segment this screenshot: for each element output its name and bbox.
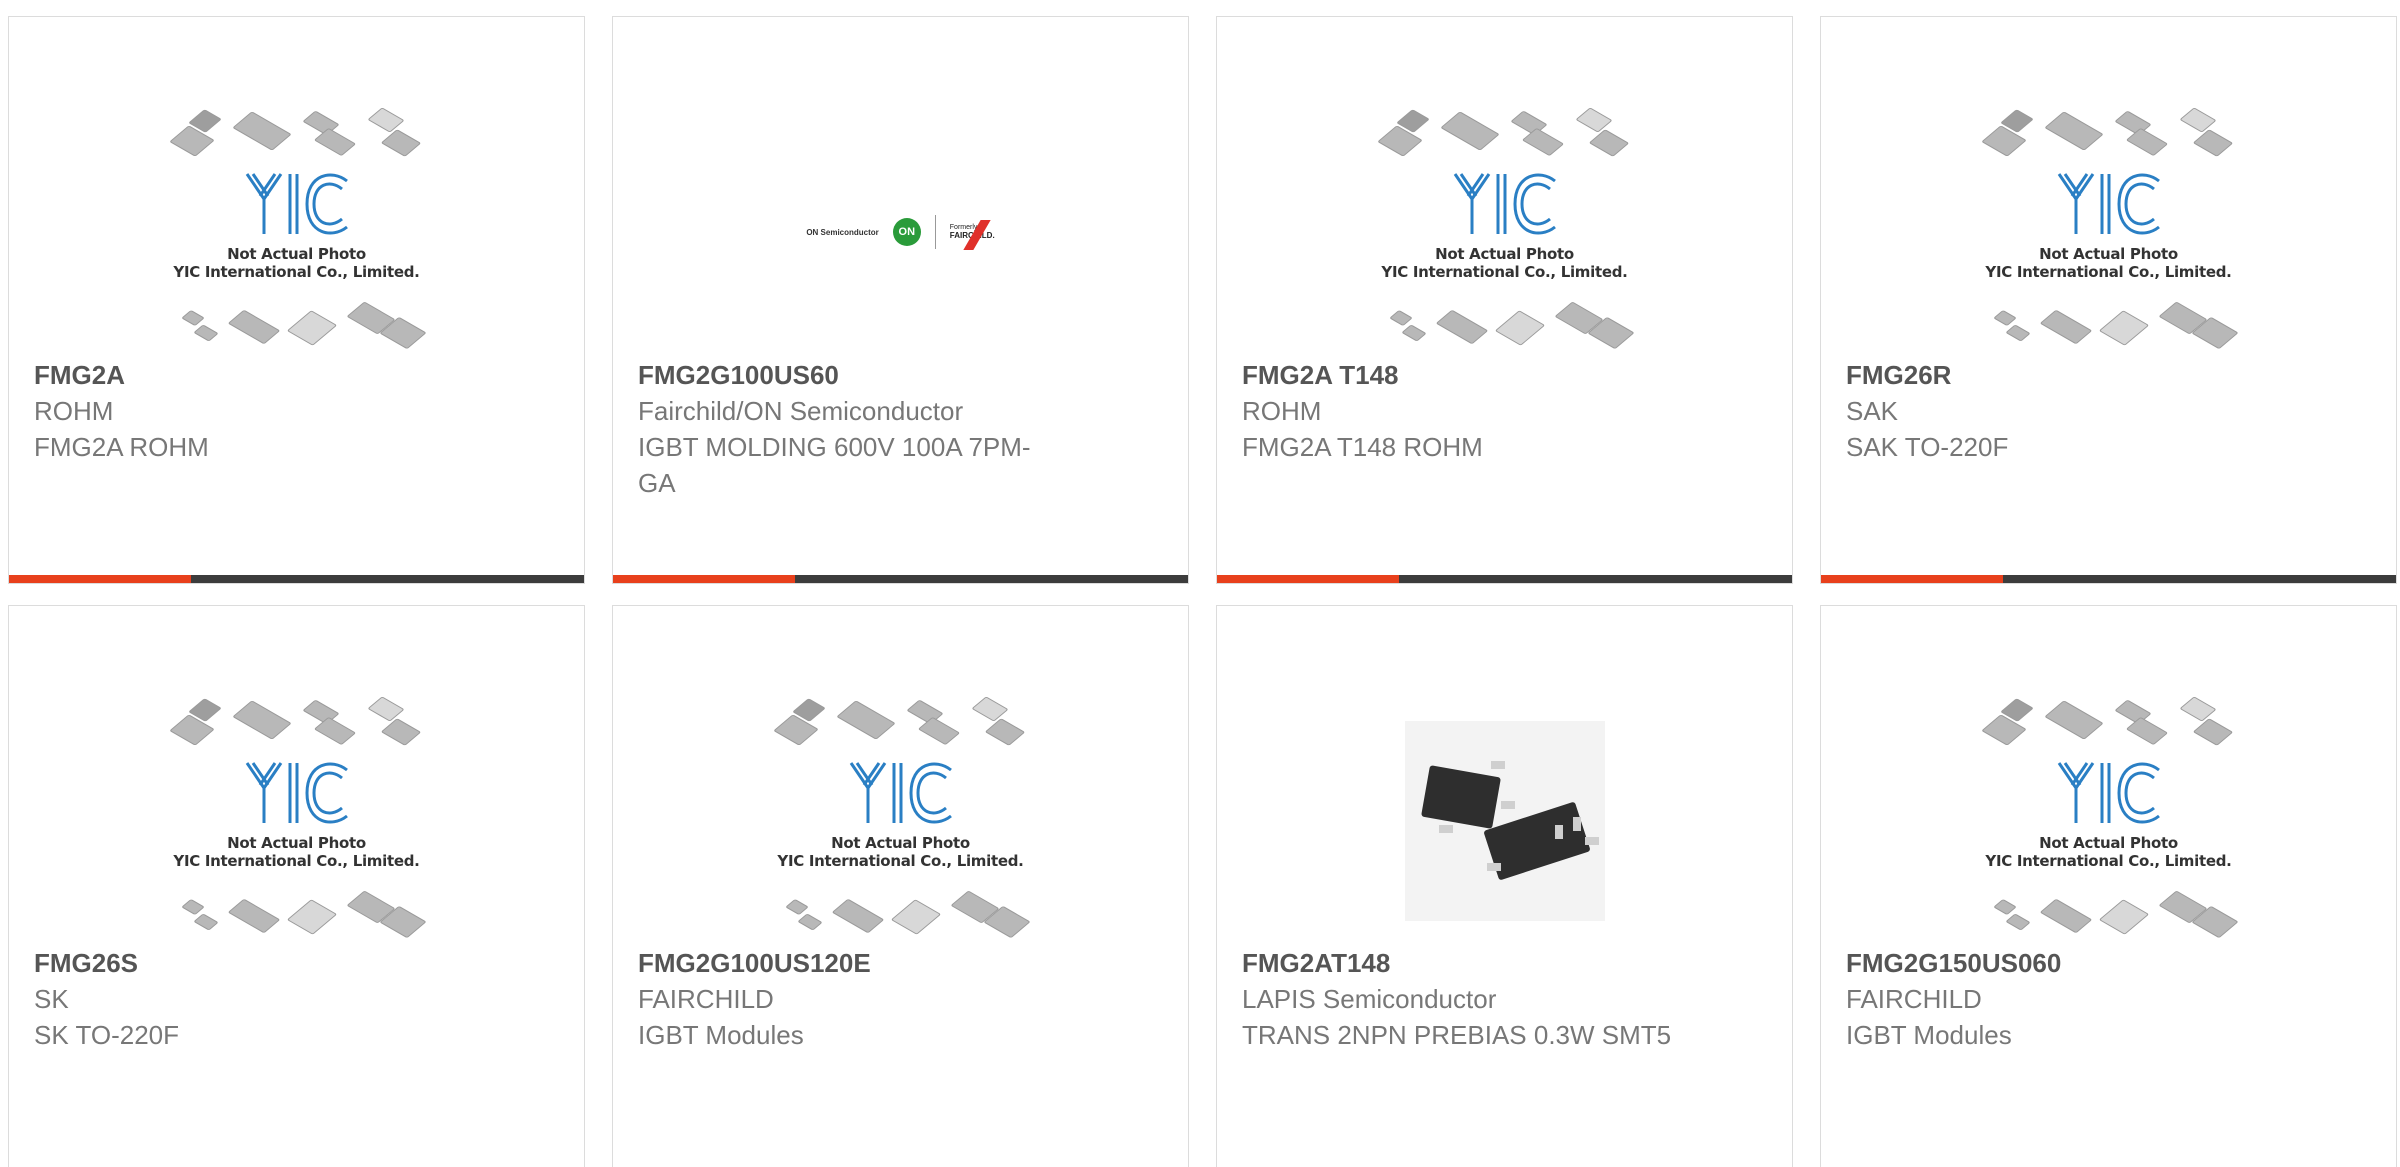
yic-logo-icon (245, 762, 348, 824)
placeholder-caption-line1: Not Actual Photo (227, 834, 366, 852)
description-text: TRANS 2NPN PREBIAS 0.3W SMT5 (1242, 1020, 1672, 1050)
product-image[interactable]: Not Actual Photo YIC International Co., … (1355, 97, 1655, 367)
part-number-link[interactable]: FMG2A T148 (1242, 357, 1767, 393)
manufacturer-text: FAIRCHILD (638, 984, 774, 1014)
description-text: FMG2A ROHM (34, 432, 209, 462)
placeholder-caption-line2: YIC International Co., Limited. (1985, 263, 2232, 281)
placeholder-caption-line2: YIC International Co., Limited. (173, 852, 420, 870)
card-bottom-bar (613, 575, 1188, 583)
manufacturer-text: LAPIS Semiconductor (1242, 984, 1497, 1014)
fairchild-logo-icon: Formerly FAIRCHILD. (949, 220, 995, 250)
product-image[interactable]: Not Actual Photo YIC International Co., … (147, 686, 447, 956)
manufacturer-text: ROHM (1242, 396, 1322, 426)
manufacturer-logo: ON Semiconductor ON Formerly FAIRCHILD. (806, 215, 995, 250)
product-card[interactable]: ON Semiconductor ON Formerly FAIRCHILD. … (612, 16, 1189, 584)
part-number-link[interactable]: FMG26S (34, 945, 559, 981)
part-number-link[interactable]: FMG2AT148 (1242, 945, 1767, 981)
placeholder-caption-line2: YIC International Co., Limited. (777, 852, 1024, 870)
card-bottom-bar (1821, 575, 2396, 583)
placeholder-image: Not Actual Photo YIC International Co., … (771, 696, 1031, 946)
on-mark: ON (898, 226, 916, 238)
part-number-link[interactable]: FMG26R (1846, 357, 2371, 393)
placeholder-caption-line1: Not Actual Photo (2039, 834, 2178, 852)
description-text: IGBT Modules (638, 1020, 804, 1050)
product-card[interactable]: FMG2AT148 LAPIS Semiconductor TRANS 2NPN… (1216, 605, 1793, 1167)
logo-divider (934, 215, 936, 249)
product-image[interactable] (1355, 686, 1655, 956)
card-accent-bar (1821, 575, 2003, 583)
yic-logo-icon (1453, 173, 1556, 235)
manufacturer-text: Fairchild/ON Semiconductor (638, 396, 964, 426)
placeholder-caption-line1: Not Actual Photo (227, 245, 366, 263)
placeholder-image: Not Actual Photo YIC International Co., … (1375, 107, 1635, 357)
placeholder-image: Not Actual Photo YIC International Co., … (1979, 107, 2239, 357)
yic-logo-icon (2057, 762, 2160, 824)
product-image[interactable]: ON Semiconductor ON Formerly FAIRCHILD. (751, 97, 1051, 367)
part-number-link[interactable]: FMG2G100US120E (638, 945, 1163, 981)
placeholder-caption-line2: YIC International Co., Limited. (1381, 263, 1628, 281)
product-image[interactable]: Not Actual Photo YIC International Co., … (751, 686, 1051, 956)
placeholder-caption-line2: YIC International Co., Limited. (1985, 852, 2232, 870)
product-image[interactable]: Not Actual Photo YIC International Co., … (147, 97, 447, 367)
product-card[interactable]: Not Actual Photo YIC International Co., … (8, 16, 585, 584)
manufacturer-text: ROHM (34, 396, 114, 426)
description-text: IGBT MOLDING 600V 100A 7PM-GA (638, 432, 1031, 498)
placeholder-image: Not Actual Photo YIC International Co., … (167, 696, 427, 946)
placeholder-image: Not Actual Photo YIC International Co., … (167, 107, 427, 357)
card-accent-bar (613, 575, 795, 583)
card-bottom-bar (9, 575, 584, 583)
manufacturer-text: SK (34, 984, 69, 1014)
fairchild-small-text: Formerly (949, 224, 978, 231)
on-semiconductor-text: ON Semiconductor (806, 227, 879, 237)
yic-logo-icon (849, 762, 952, 824)
product-image[interactable]: Not Actual Photo YIC International Co., … (1959, 686, 2259, 956)
product-image[interactable]: Not Actual Photo YIC International Co., … (1959, 97, 2259, 367)
part-number-link[interactable]: FMG2A (34, 357, 559, 393)
card-accent-bar (1217, 575, 1399, 583)
placeholder-caption-line1: Not Actual Photo (2039, 245, 2178, 263)
placeholder-caption-line1: Not Actual Photo (1435, 245, 1574, 263)
product-card[interactable]: Not Actual Photo YIC International Co., … (612, 605, 1189, 1167)
product-card[interactable]: Not Actual Photo YIC International Co., … (1820, 16, 2397, 584)
yic-logo-icon (245, 173, 348, 235)
product-card[interactable]: Not Actual Photo YIC International Co., … (1216, 16, 1793, 584)
card-accent-bar (9, 575, 191, 583)
yic-logo-icon (2057, 173, 2160, 235)
description-text: SAK TO-220F (1846, 432, 2009, 462)
description-text: SK TO-220F (34, 1020, 179, 1050)
card-bottom-bar (1217, 575, 1792, 583)
product-grid: Not Actual Photo YIC International Co., … (0, 0, 2400, 1167)
placeholder-caption-line1: Not Actual Photo (831, 834, 970, 852)
sot-package-photo (1404, 721, 1605, 921)
placeholder-caption-line2: YIC International Co., Limited. (173, 263, 420, 281)
on-logo-icon: ON (892, 218, 921, 246)
manufacturer-text: SAK (1846, 396, 1899, 426)
description-text: FMG2A T148 ROHM (1242, 432, 1483, 462)
placeholder-image: Not Actual Photo YIC International Co., … (1979, 696, 2239, 946)
manufacturer-text: FAIRCHILD (1846, 984, 1982, 1014)
part-number-link[interactable]: FMG2G150US060 (1846, 945, 2371, 981)
product-card[interactable]: Not Actual Photo YIC International Co., … (8, 605, 585, 1167)
description-text: IGBT Modules (1846, 1020, 2012, 1050)
part-number-link[interactable]: FMG2G100US60 (638, 357, 1163, 393)
product-card[interactable]: Not Actual Photo YIC International Co., … (1820, 605, 2397, 1167)
